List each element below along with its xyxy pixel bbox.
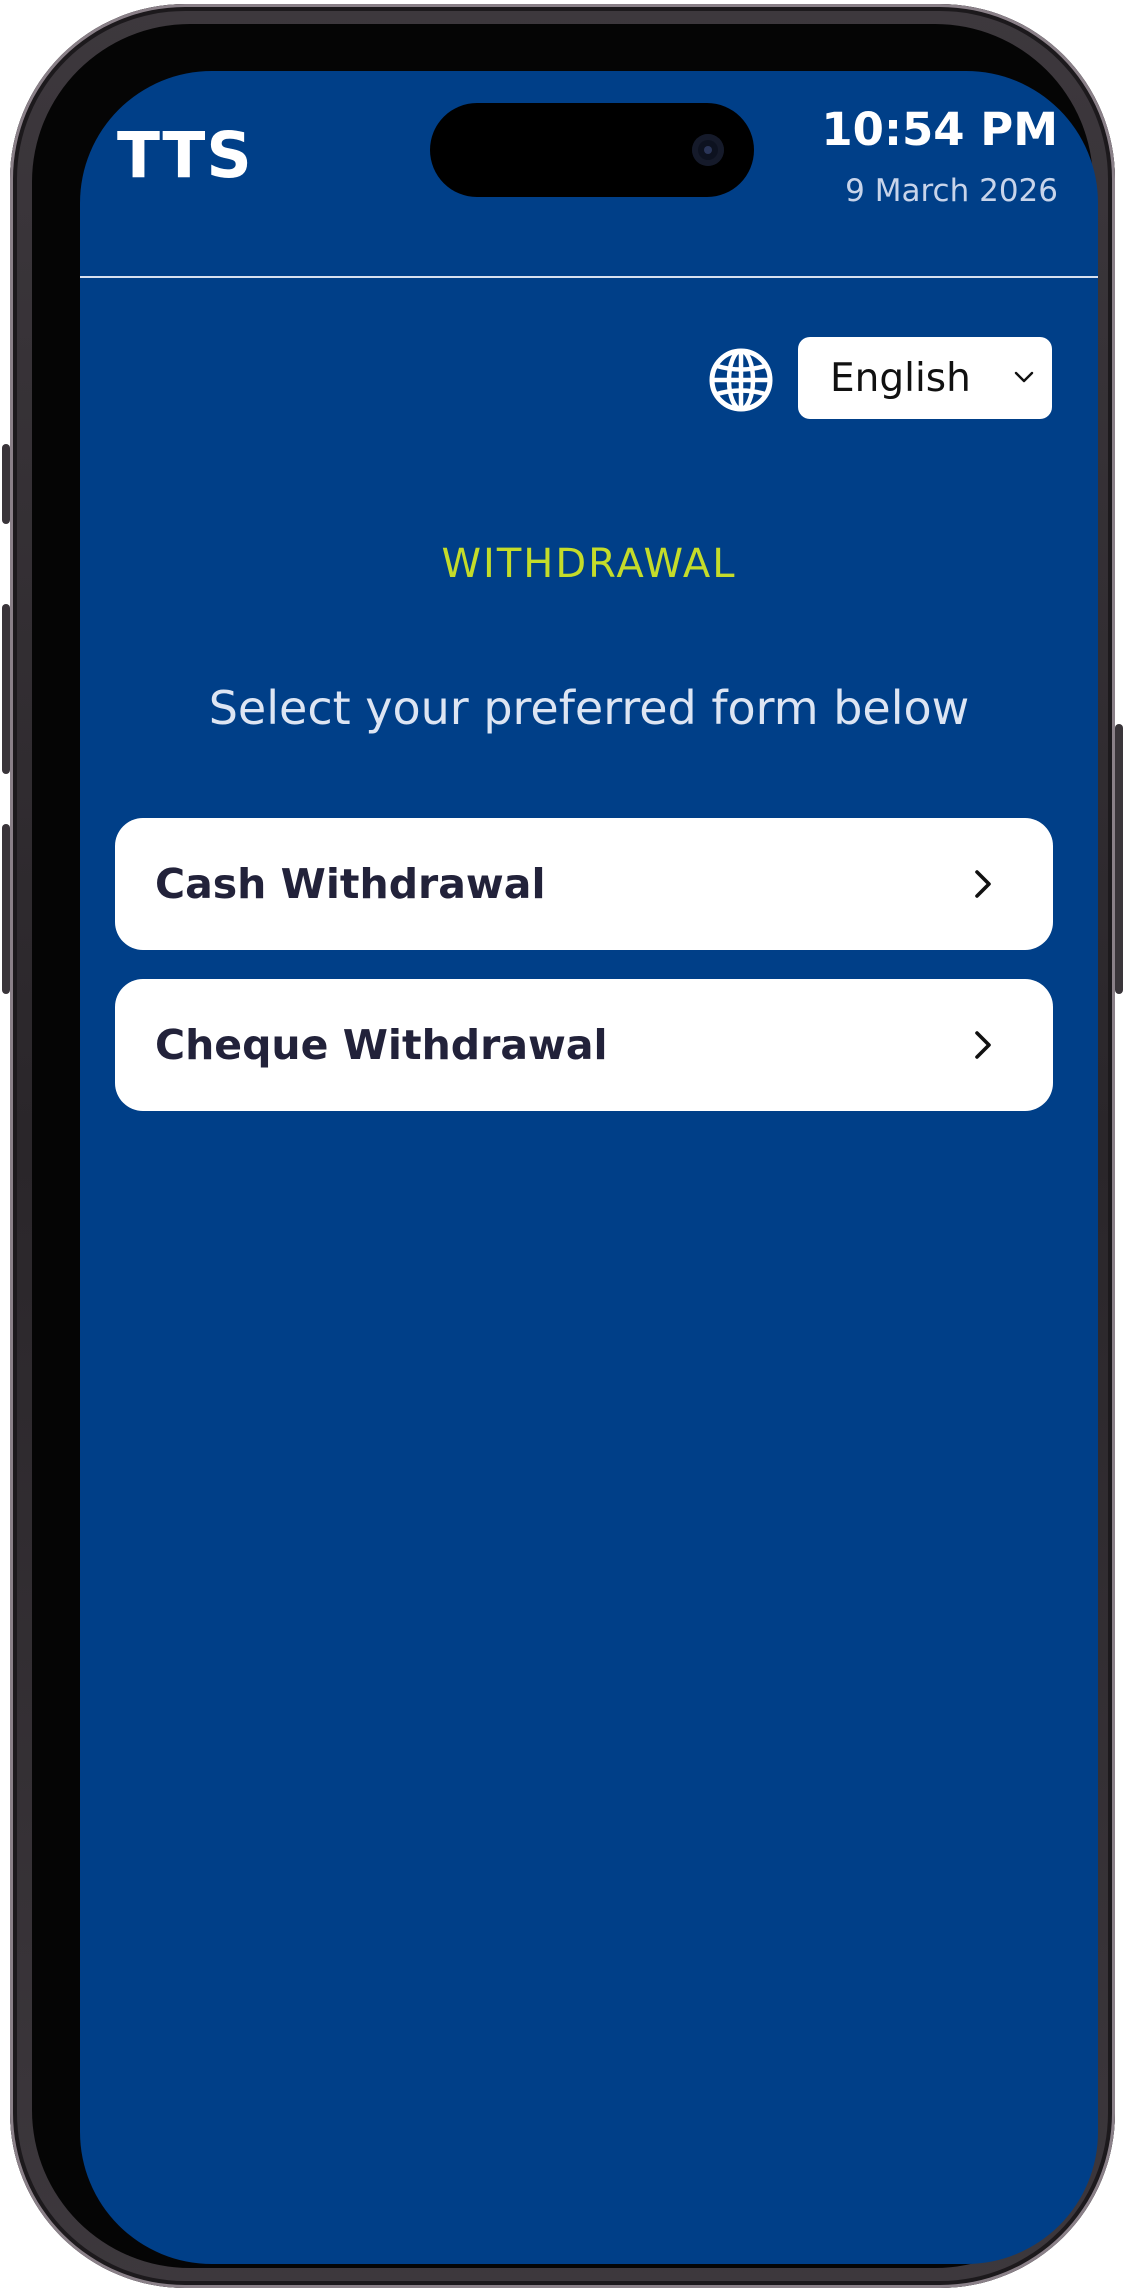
brand-logo: TTS — [117, 119, 253, 192]
chevron-right-icon — [975, 1031, 991, 1059]
power-button — [1115, 724, 1123, 994]
bezel: TTS 10:54 PM 9 March 2026 English WITHDR… — [32, 24, 1098, 2268]
phone-frame: TTS 10:54 PM 9 March 2026 English WITHDR… — [2, 4, 1123, 2288]
action-button — [2, 444, 10, 524]
volume-down-button — [2, 824, 10, 994]
clock-time: 10:54 PM — [821, 103, 1058, 156]
chevron-down-icon — [1014, 371, 1034, 383]
globe-icon[interactable] — [708, 347, 774, 413]
option-label: Cash Withdrawal — [155, 860, 546, 908]
front-camera-icon — [692, 134, 724, 166]
screen: TTS 10:54 PM 9 March 2026 English WITHDR… — [80, 71, 1098, 2264]
clock-date: 9 March 2026 — [845, 173, 1058, 209]
dynamic-island — [430, 103, 754, 197]
option-label: Cheque Withdrawal — [155, 1021, 608, 1069]
section-title: WITHDRAWAL — [441, 541, 737, 587]
volume-up-button — [2, 604, 10, 774]
cash-withdrawal-option[interactable]: Cash Withdrawal — [115, 818, 1053, 950]
language-selected-value: English — [830, 355, 971, 401]
header-divider — [80, 276, 1098, 278]
chevron-right-icon — [975, 870, 991, 898]
cheque-withdrawal-option[interactable]: Cheque Withdrawal — [115, 979, 1053, 1111]
page-subtitle: Select your preferred form below — [208, 681, 970, 735]
language-select[interactable]: English — [798, 337, 1052, 419]
